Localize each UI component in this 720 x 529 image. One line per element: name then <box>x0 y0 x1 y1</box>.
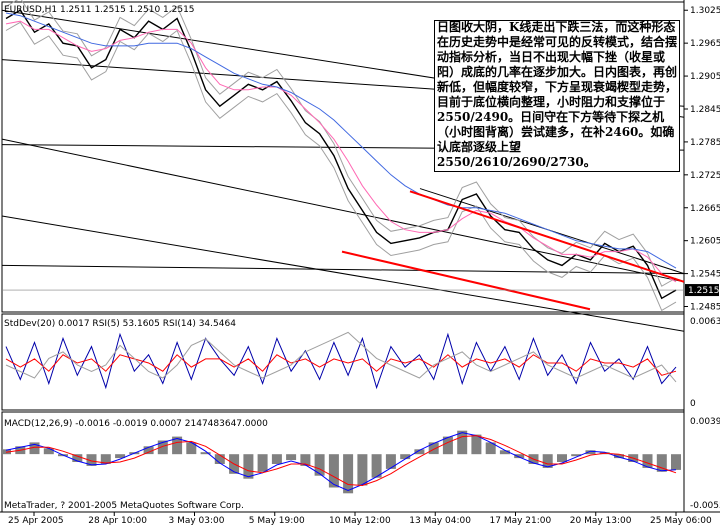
ytick-label: 1.2785 <box>690 138 720 148</box>
xtick-label: 3 May 03:00 <box>169 516 225 525</box>
ytick-label: 1.2485 <box>690 303 720 313</box>
annotation-text: 日图收大阴，K线走出下跌三法，而这种形态在历史走势中是经常可见的反转模式，结合摆… <box>437 20 678 169</box>
xtick-label: 5 May 19:00 <box>249 516 305 525</box>
macd-bar <box>385 454 396 469</box>
macd-bar <box>286 454 297 461</box>
macd-bar <box>671 454 681 470</box>
xtick-label: 17 May 21:00 <box>490 516 552 525</box>
current-price-label: 1.2515 <box>688 286 720 296</box>
macd-bar <box>271 454 282 464</box>
indicator-title: StdDev(20) 0.0017 RSI(5) 53.1605 RSI(14)… <box>4 319 236 329</box>
ytick-label: 1.2665 <box>690 204 720 214</box>
macd-bar <box>257 454 268 472</box>
macd-bar <box>314 454 325 476</box>
macd-bar <box>357 454 368 486</box>
ytick-label: 1.2905 <box>690 72 720 82</box>
macd-bar <box>343 454 354 494</box>
ytick-label: 1.2845 <box>690 105 720 115</box>
ytick-label: 1.2725 <box>690 171 720 181</box>
footer-text: MetaTrader, ? 2001-2005 MetaQuotes Softw… <box>4 501 244 511</box>
ytick-label: 1.2545 <box>690 270 720 280</box>
xtick-label: 25 Apr 2005 <box>8 516 64 525</box>
macd-bar <box>557 454 567 462</box>
xtick-label: 10 May 12:00 <box>329 516 391 525</box>
ytick-label: 1.2965 <box>690 39 720 49</box>
macd-bar <box>428 442 439 455</box>
macd-bar <box>328 454 339 488</box>
xtick-label: 25 May 06:00 <box>650 516 712 525</box>
ytick-label: 0 <box>690 399 696 409</box>
ytick-label: 1.2605 <box>690 237 720 247</box>
xtick-label: 13 May 04:00 <box>409 516 471 525</box>
price-title: EURUSD,H1 1.2511 1.2515 1.2510 1.2515 <box>4 5 195 15</box>
macd-bar <box>43 448 54 455</box>
ytick-label: 1.3025 <box>690 6 720 16</box>
ytick-label: 0.0039 <box>690 417 720 427</box>
macd-title: MACD(12,26,9) -0.0016 -0.0019 0.0007 214… <box>4 419 268 429</box>
xtick-label: 28 Apr 10:00 <box>88 516 147 525</box>
chart-root: 1.3025 1.2965 1.2905 1.2845 1.2785 1.2725 1.26… <box>0 0 720 526</box>
xtick-label: 20 May 13:00 <box>570 516 632 525</box>
ytick-label: -0.0055 <box>690 501 720 511</box>
ytick-label: 0.0063 <box>690 317 720 327</box>
